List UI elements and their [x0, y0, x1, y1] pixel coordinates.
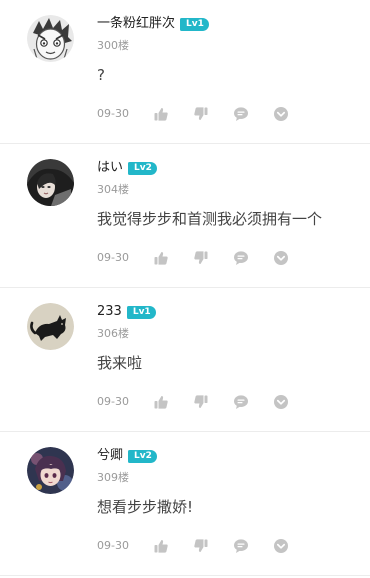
- user-line: はい Lv2: [97, 159, 157, 177]
- floor-number: 309楼: [97, 471, 129, 484]
- comment-item: 一条粉红胖次 Lv1 300楼 ? 09-30: [0, 0, 370, 144]
- floor-number: 306楼: [97, 327, 129, 340]
- thumbs-up-icon[interactable]: [153, 250, 169, 266]
- floor-number: 304楼: [97, 183, 129, 196]
- comment-item: はい Lv2 304楼 我觉得步步和首测我必须拥有一个 09-30: [0, 144, 370, 288]
- comment-date: 09-30: [97, 107, 129, 120]
- level-badge: Lv2: [128, 449, 157, 463]
- chevron-down-circle-icon[interactable]: [273, 538, 289, 554]
- thumbs-down-icon[interactable]: [193, 106, 209, 122]
- username[interactable]: 233: [97, 303, 122, 321]
- black-cat-avatar-icon[interactable]: [27, 303, 74, 350]
- thumbs-down-icon[interactable]: [193, 250, 209, 266]
- comment-actions: 09-30: [97, 394, 357, 410]
- manga-face-avatar-icon[interactable]: [27, 15, 74, 62]
- speech-bubble-icon[interactable]: [233, 538, 249, 554]
- user-line: 兮卿 Lv2: [97, 447, 157, 465]
- girl-portrait-avatar-icon[interactable]: [27, 159, 74, 206]
- chevron-down-circle-icon[interactable]: [273, 394, 289, 410]
- thumbs-down-icon[interactable]: [193, 394, 209, 410]
- comment-date: 09-30: [97, 251, 129, 264]
- anime-character-avatar-icon[interactable]: [27, 447, 74, 494]
- comment-actions: 09-30: [97, 538, 357, 554]
- speech-bubble-icon[interactable]: [233, 394, 249, 410]
- comment-text: 我来啦: [97, 354, 143, 372]
- username[interactable]: 兮卿: [97, 447, 123, 465]
- comment-item: 兮卿 Lv2 309楼 想看步步撒娇! 09-30: [0, 432, 370, 576]
- comment-date: 09-30: [97, 395, 129, 408]
- thumbs-up-icon[interactable]: [153, 538, 169, 554]
- speech-bubble-icon[interactable]: [233, 250, 249, 266]
- username[interactable]: はい: [97, 159, 123, 177]
- comment-actions: 09-30: [97, 106, 357, 122]
- level-badge: Lv2: [128, 161, 157, 175]
- comment-item: 233 Lv1 306楼 我来啦 09-30: [0, 288, 370, 432]
- comment-actions: 09-30: [97, 250, 357, 266]
- thumbs-up-icon[interactable]: [153, 394, 169, 410]
- thumbs-up-icon[interactable]: [153, 106, 169, 122]
- user-line: 233 Lv1: [97, 303, 156, 321]
- user-line: 一条粉红胖次 Lv1: [97, 15, 209, 33]
- speech-bubble-icon[interactable]: [233, 106, 249, 122]
- level-badge: Lv1: [126, 305, 156, 319]
- chevron-down-circle-icon[interactable]: [273, 250, 289, 266]
- comment-list: 一条粉红胖次 Lv1 300楼 ? 09-30 はい Lv2 304楼 我觉得步…: [0, 0, 370, 576]
- thumbs-down-icon[interactable]: [193, 538, 209, 554]
- username[interactable]: 一条粉红胖次: [97, 15, 175, 33]
- level-badge: Lv1: [180, 17, 209, 31]
- comment-text: ?: [97, 66, 105, 84]
- comment-text: 我觉得步步和首测我必须拥有一个: [97, 210, 323, 228]
- comment-date: 09-30: [97, 539, 129, 552]
- comment-text: 想看步步撒娇!: [97, 498, 194, 516]
- chevron-down-circle-icon[interactable]: [273, 106, 289, 122]
- floor-number: 300楼: [97, 39, 129, 52]
